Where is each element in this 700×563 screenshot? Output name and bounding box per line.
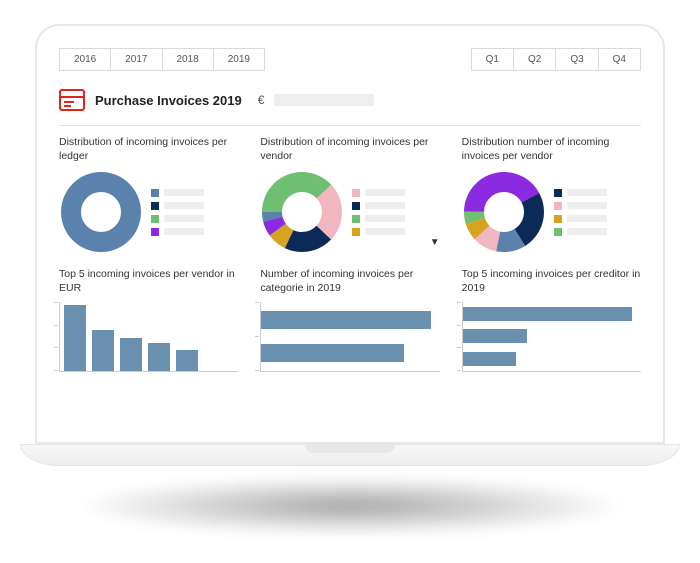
tab-q4[interactable]: Q4 [598, 48, 641, 71]
legend-item [352, 215, 439, 223]
legend-item [352, 189, 439, 197]
year-tabs: 2016 2017 2018 2019 [59, 48, 265, 71]
tab-year-2017[interactable]: 2017 [110, 48, 161, 71]
tab-q3[interactable]: Q3 [555, 48, 597, 71]
legend [554, 189, 641, 236]
legend-item [151, 202, 238, 210]
currency-symbol: € [258, 93, 265, 107]
card-vendor-distribution: Distribution of incoming invoices per ve… [260, 136, 439, 254]
filter-row: 2016 2017 2018 2019 Q1 Q2 Q3 Q4 [59, 48, 641, 71]
card-ledger-distribution: Distribution of incoming invoices per le… [59, 136, 238, 254]
donut-chart-ledger [59, 170, 143, 254]
tab-q2[interactable]: Q2 [513, 48, 555, 71]
charts-grid: Distribution of incoming invoices per le… [59, 136, 641, 372]
legend-item [554, 228, 641, 236]
legend-item [352, 228, 439, 236]
card-title: Top 5 incoming invoices per creditor in … [462, 268, 641, 296]
card-title: Distribution of incoming invoices per ve… [260, 136, 439, 164]
legend-item [554, 202, 641, 210]
quarter-tabs: Q1 Q2 Q3 Q4 [471, 48, 641, 71]
legend [151, 189, 238, 236]
donut-chart-vendor [260, 170, 344, 254]
legend: ▼ [352, 189, 439, 236]
laptop-base [20, 444, 680, 466]
bar-chart-top5-vendor [59, 302, 238, 372]
hbar-chart-category [260, 302, 439, 372]
card-title: Number of incoming invoices per categori… [260, 268, 439, 296]
page-title-row: Purchase Invoices 2019 € [59, 89, 641, 111]
tab-year-2018[interactable]: 2018 [162, 48, 213, 71]
card-vendor-count-distribution: Distribution number of incoming invoices… [462, 136, 641, 254]
legend-item [151, 228, 238, 236]
invoice-icon [59, 89, 85, 111]
card-top5-creditor: Top 5 incoming invoices per creditor in … [462, 268, 641, 372]
divider [59, 125, 641, 126]
page-title: Purchase Invoices 2019 [95, 93, 242, 108]
card-category-count: Number of incoming invoices per categori… [260, 268, 439, 372]
legend-item [554, 215, 641, 223]
laptop-notch [305, 445, 395, 453]
donut-chart-vendor-count [462, 170, 546, 254]
legend-item [151, 215, 238, 223]
dashboard-screen: 2016 2017 2018 2019 Q1 Q2 Q3 Q4 [35, 24, 665, 444]
legend-item [554, 189, 641, 197]
card-title: Distribution of incoming invoices per le… [59, 136, 238, 164]
card-top5-vendor-eur: Top 5 incoming invoices per vendor in EU… [59, 268, 238, 372]
total-amount-placeholder [274, 94, 374, 106]
tab-q1[interactable]: Q1 [471, 48, 513, 71]
legend-item [151, 189, 238, 197]
laptop-shadow [70, 476, 630, 536]
laptop-frame: 2016 2017 2018 2019 Q1 Q2 Q3 Q4 [35, 24, 665, 536]
tab-year-2016[interactable]: 2016 [59, 48, 110, 71]
tab-year-2019[interactable]: 2019 [213, 48, 265, 71]
card-title: Distribution number of incoming invoices… [462, 136, 641, 164]
chevron-down-icon[interactable]: ▼ [430, 237, 440, 248]
hbar-chart-creditor [462, 302, 641, 372]
legend-item [352, 202, 439, 210]
card-title: Top 5 incoming invoices per vendor in EU… [59, 268, 238, 296]
